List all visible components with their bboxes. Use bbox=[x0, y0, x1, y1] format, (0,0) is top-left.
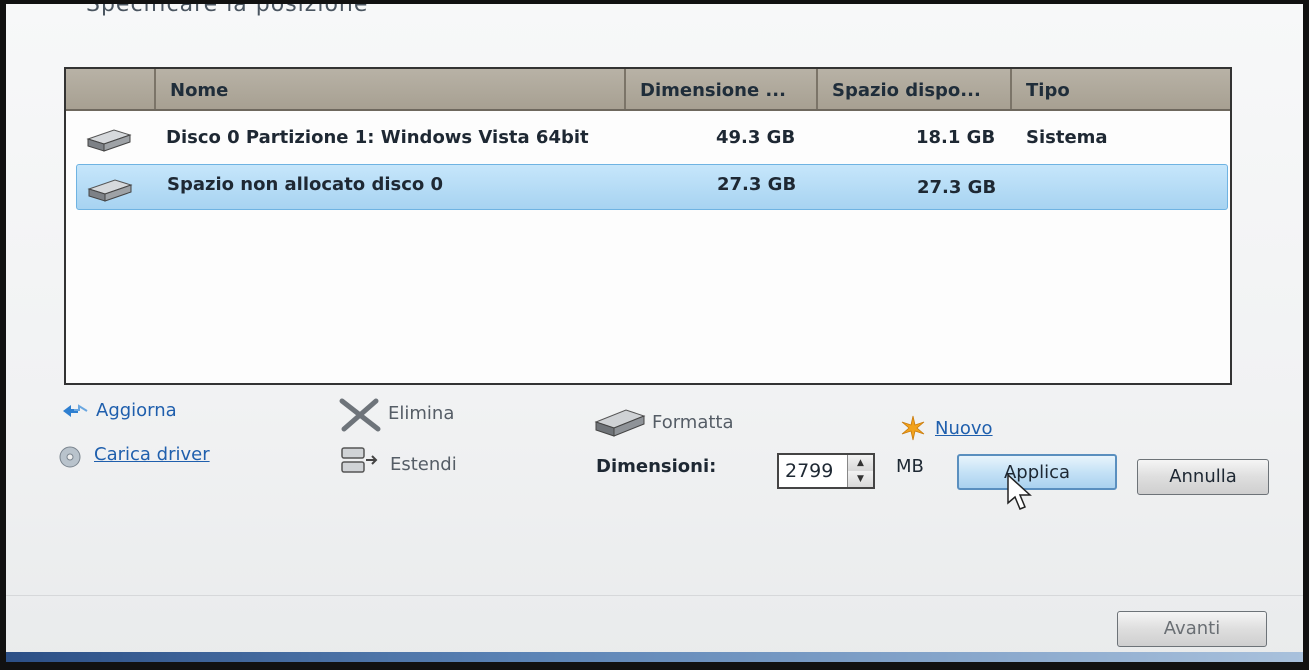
list-header: Nome Dimensione ... Spazio dispo... Tipo bbox=[66, 69, 1230, 111]
apply-button[interactable]: Applica bbox=[957, 454, 1117, 490]
page-heading: Specificare la posizione bbox=[86, 4, 369, 17]
footer-divider bbox=[6, 595, 1303, 596]
setup-window: Specificare la posizione Nome Dimensione… bbox=[6, 4, 1303, 662]
delete-label: Elimina bbox=[388, 403, 455, 424]
size-stepper[interactable]: ▲ ▼ bbox=[777, 453, 875, 489]
disc-icon bbox=[59, 446, 81, 468]
new-star-icon bbox=[901, 415, 925, 441]
row-total-size: 27.3 GB bbox=[717, 174, 797, 195]
refresh-icon bbox=[63, 404, 88, 417]
mouse-cursor-icon bbox=[1007, 473, 1032, 510]
row-name: Spazio non allocato disco 0 bbox=[167, 174, 444, 195]
column-header-icon bbox=[66, 69, 156, 109]
column-header-type[interactable]: Tipo bbox=[1012, 69, 1230, 109]
column-header-total-size[interactable]: Dimensione ... bbox=[626, 69, 818, 109]
stepper-down-button[interactable]: ▼ bbox=[847, 471, 873, 487]
format-label: Formatta bbox=[652, 412, 734, 433]
cancel-button[interactable]: Annulla bbox=[1137, 459, 1269, 495]
delete-icon bbox=[339, 398, 381, 432]
format-icon bbox=[594, 409, 646, 437]
row-total-size: 49.3 GB bbox=[716, 127, 796, 148]
size-unit: MB bbox=[896, 456, 924, 477]
extend-icon bbox=[341, 447, 378, 473]
extend-label: Estendi bbox=[390, 454, 457, 475]
table-row-selected[interactable]: Spazio non allocato disco 0 27.3 GB 27.3… bbox=[76, 164, 1228, 210]
size-input[interactable] bbox=[779, 455, 849, 487]
bottom-bar bbox=[6, 652, 1303, 662]
load-driver-label: Carica driver bbox=[94, 444, 210, 465]
table-row[interactable]: Disco 0 Partizione 1: Windows Vista 64bi… bbox=[76, 115, 1228, 161]
next-button[interactable]: Avanti bbox=[1117, 611, 1267, 647]
size-label: Dimensioni: bbox=[596, 456, 717, 477]
hard-disk-icon bbox=[87, 179, 133, 202]
column-header-free-space[interactable]: Spazio dispo... bbox=[818, 69, 1012, 109]
partition-list[interactable]: Nome Dimensione ... Spazio dispo... Tipo… bbox=[64, 67, 1232, 385]
row-name: Disco 0 Partizione 1: Windows Vista 64bi… bbox=[166, 127, 589, 148]
stepper-up-button[interactable]: ▲ bbox=[847, 455, 873, 471]
row-free-space: 27.3 GB bbox=[917, 177, 997, 198]
refresh-label: Aggiorna bbox=[96, 400, 177, 421]
row-type: Sistema bbox=[1026, 127, 1108, 148]
new-label: Nuovo bbox=[935, 418, 993, 439]
row-free-space: 18.1 GB bbox=[916, 127, 996, 148]
hard-disk-icon bbox=[86, 129, 132, 152]
column-header-name[interactable]: Nome bbox=[156, 69, 626, 109]
